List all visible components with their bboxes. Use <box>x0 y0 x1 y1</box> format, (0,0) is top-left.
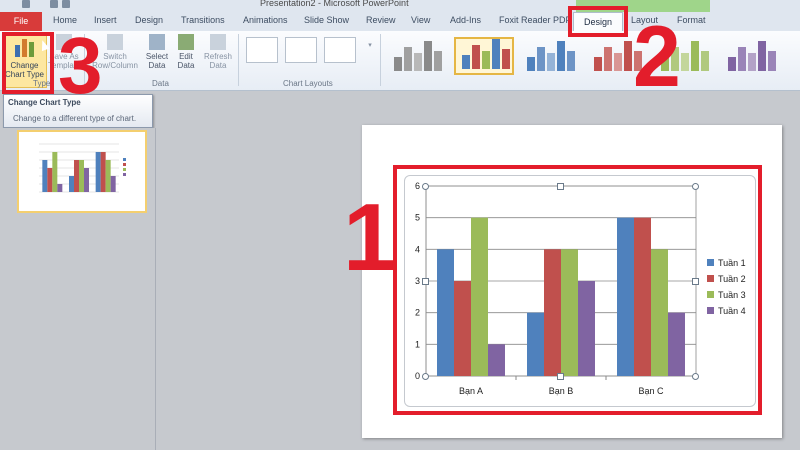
step-number-1: 1 <box>343 184 397 291</box>
highlight-box-chart <box>393 165 762 415</box>
highlight-box-design-tab <box>568 6 628 37</box>
step-number-3: 3 <box>58 21 103 110</box>
step-number-2: 2 <box>633 9 681 105</box>
